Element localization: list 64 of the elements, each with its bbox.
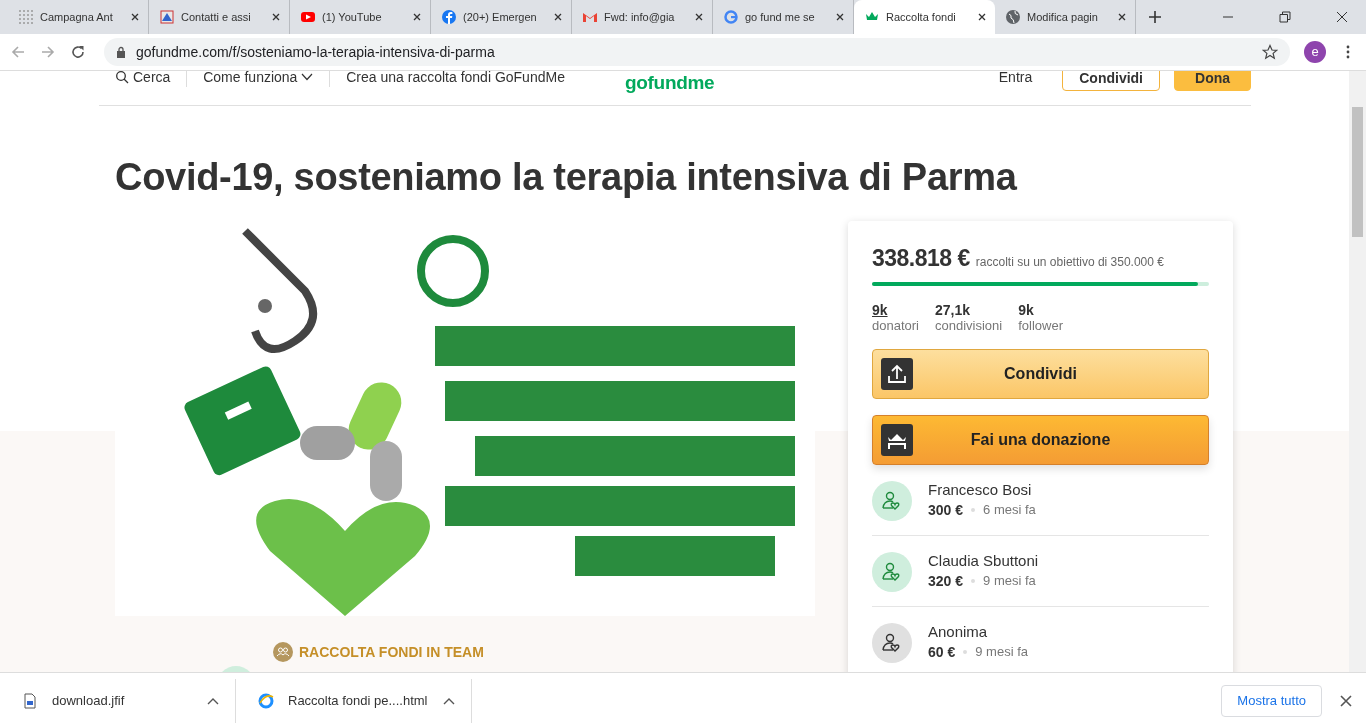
caret-icon[interactable] — [207, 696, 219, 705]
close-icon[interactable] — [412, 12, 422, 22]
search-icon — [115, 70, 129, 84]
stat-label: donatori — [872, 317, 919, 333]
stat-link[interactable]: 9k — [872, 301, 919, 318]
share-button[interactable]: Condividi — [872, 348, 1209, 399]
goal-text: raccolti su un obiettivo di 350.000 € — [975, 254, 1164, 269]
close-icon[interactable] — [1336, 11, 1348, 23]
browser-tab[interactable]: Raccolta fondi — [854, 0, 995, 34]
donation-time: 9 mesi fa — [983, 573, 1036, 589]
new-tab-icon[interactable] — [1148, 10, 1162, 24]
close-icon[interactable] — [271, 12, 281, 22]
restore-icon[interactable] — [1279, 11, 1291, 23]
favicon-icon — [441, 9, 457, 25]
login-link[interactable]: Entra — [982, 70, 1049, 85]
donor-name: Francesco Bosi — [928, 480, 1033, 498]
file-icon — [22, 692, 38, 709]
scrollbar[interactable] — [1349, 70, 1366, 673]
close-icon[interactable] — [694, 12, 704, 22]
favicon-icon — [723, 9, 739, 25]
donate-button[interactable]: Dona — [1174, 70, 1251, 91]
chevron-down-icon — [301, 72, 314, 81]
share-icon — [881, 357, 913, 390]
file-icon — [258, 692, 274, 709]
profile-avatar[interactable]: e — [1304, 40, 1326, 63]
show-all-button[interactable]: Mostra tutto — [1221, 684, 1322, 717]
share-button[interactable]: Condividi — [1062, 70, 1160, 91]
close-icon[interactable] — [1117, 12, 1127, 22]
stat-label: follower — [1018, 317, 1063, 333]
bookmark-star-icon[interactable] — [1262, 43, 1278, 60]
close-icon[interactable] — [835, 12, 845, 22]
donation-time: 9 mesi fa — [975, 644, 1028, 660]
address-bar[interactable]: gofundme.com/f/sosteniamo-la-terapia-intensiva-di-parma — [104, 37, 1290, 66]
search-link[interactable]: Cerca — [99, 70, 187, 85]
team-fundraiser-label: RACCOLTA FONDI IN TEAM — [299, 643, 484, 660]
campaign-title: Covid-19, sosteniamo la terapia intensiva di Parma — [115, 155, 1018, 199]
donor-name: Anonima — [928, 622, 989, 640]
donation-time: 6 mesi fa — [983, 502, 1036, 518]
favicon-icon — [18, 9, 34, 25]
donation-amount: 320 € — [928, 572, 964, 589]
stat-label: condivisioni — [935, 317, 1003, 333]
favicon-icon — [1005, 9, 1021, 25]
favicon-icon — [300, 9, 316, 25]
donor-name: Claudia Sbuttoni — [928, 551, 1039, 569]
download-item[interactable]: Raccolta fondi pe....html — [236, 678, 472, 723]
close-icon[interactable] — [553, 12, 563, 22]
download-item[interactable]: download.jfif — [0, 678, 236, 723]
stat-value: 27,1k — [935, 301, 972, 318]
caret-icon[interactable] — [443, 696, 455, 705]
raised-amount: 338.818 € — [872, 244, 970, 272]
donation-amount: 300 € — [928, 501, 964, 518]
close-icon[interactable] — [1340, 694, 1352, 707]
create-fundraiser-link[interactable]: Crea una raccolta fondi GoFundMe — [330, 70, 581, 85]
donation-amount: 60 € — [928, 643, 956, 660]
close-icon[interactable] — [130, 12, 140, 22]
reload-icon[interactable] — [70, 43, 86, 60]
how-it-works-menu[interactable]: Come funziona — [187, 70, 330, 85]
team-icon — [273, 641, 293, 662]
stat-value: 9k — [1018, 301, 1035, 318]
close-icon[interactable] — [977, 12, 987, 22]
favicon-icon — [159, 9, 175, 25]
donate-button[interactable]: Fai una donazione — [872, 414, 1209, 465]
gofundme-icon — [881, 423, 913, 456]
lock-icon — [116, 45, 126, 58]
